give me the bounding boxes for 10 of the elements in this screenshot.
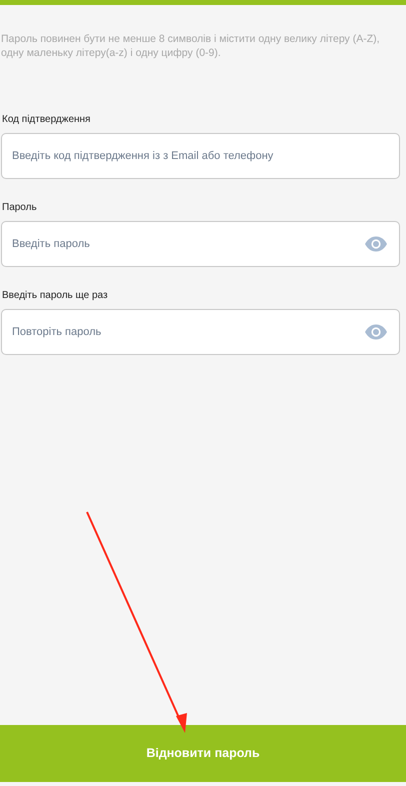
hint-text: Пароль повинен бути не менше 8 символів і містити одну велику літеру (A-Z), одну маленьку літеру(a-z) і одну цифру (0-9). — [1, 33, 381, 60]
field-label: Введіть пароль ще раз — [2, 289, 109, 304]
submit-button[interactable]: Відновити пароль — [0, 725, 406, 782]
field-label: Код підтвердження — [2, 113, 92, 128]
password-field[interactable]: Повторіть пароль — [1, 309, 400, 356]
input-field[interactable]: Введіть код підтвердження із з Email або телефону — [1, 133, 400, 180]
eye-icon[interactable] — [364, 236, 388, 252]
eye-icon[interactable] — [364, 324, 388, 340]
field-label: Пароль — [2, 201, 38, 216]
password-field[interactable]: Введіть пароль — [1, 221, 400, 268]
